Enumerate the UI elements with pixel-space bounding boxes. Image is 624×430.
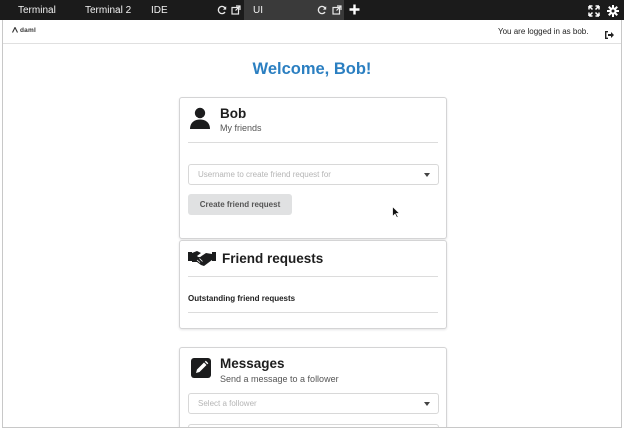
plus-icon[interactable] (347, 2, 362, 17)
tab-terminal[interactable]: Terminal (0, 0, 70, 20)
external-link-icon[interactable] (331, 4, 342, 15)
tab-terminal-2[interactable]: Terminal 2 (70, 0, 140, 20)
mouse-cursor-icon (392, 205, 401, 219)
daml-logo: daml (12, 26, 36, 34)
follower-dropdown[interactable]: Select a follower (188, 393, 439, 414)
logout-icon[interactable] (604, 27, 614, 39)
divider (188, 142, 438, 143)
handshake-icon (188, 249, 216, 267)
tab-label: Terminal 2 (85, 4, 132, 16)
card-subtitle: My friends (220, 123, 262, 133)
edit-icon (191, 358, 211, 378)
gear-icon[interactable] (607, 4, 619, 17)
tab-ui[interactable]: UI (244, 0, 344, 20)
card-title: Bob (220, 106, 247, 121)
tab-label: IDE (151, 4, 168, 16)
tab-bar: Terminal Terminal 2 IDE UI (0, 0, 624, 20)
refresh-icon[interactable] (216, 4, 227, 15)
messages-card: Messages Send a message to a follower Se… (179, 347, 447, 427)
divider (188, 312, 438, 313)
dropdown-placeholder: Username to create friend request for (198, 170, 331, 179)
message-input[interactable] (188, 424, 439, 427)
card-subtitle: Send a message to a follower (220, 374, 339, 384)
tab-label: UI (253, 4, 263, 16)
friends-card: Bob My friends Username to create friend… (179, 97, 447, 239)
tab-label: Terminal (18, 4, 56, 16)
divider (188, 276, 438, 277)
chevron-down-icon (424, 402, 430, 406)
user-icon (189, 107, 211, 129)
app-header: daml You are logged in as bob. (3, 20, 621, 44)
create-friend-request-button[interactable]: Create friend request (188, 194, 292, 215)
chevron-down-icon (424, 173, 430, 177)
dropdown-placeholder: Select a follower (198, 399, 257, 408)
friend-request-dropdown[interactable]: Username to create friend request for (188, 164, 439, 185)
friend-requests-card: Friend requests Outstanding friend reque… (179, 240, 447, 329)
login-status: You are logged in as bob. (498, 27, 589, 36)
card-title: Messages (220, 356, 285, 371)
welcome-heading: Welcome, Bob! (252, 60, 372, 78)
card-title: Friend requests (222, 251, 324, 266)
app-frame: daml You are logged in as bob. Welcome, … (2, 20, 622, 428)
external-link-icon[interactable] (230, 4, 241, 15)
expand-icon[interactable] (588, 4, 600, 17)
outstanding-requests-label: Outstanding friend requests (188, 294, 296, 303)
tab-ide[interactable]: IDE (140, 0, 244, 20)
refresh-icon[interactable] (316, 4, 327, 15)
